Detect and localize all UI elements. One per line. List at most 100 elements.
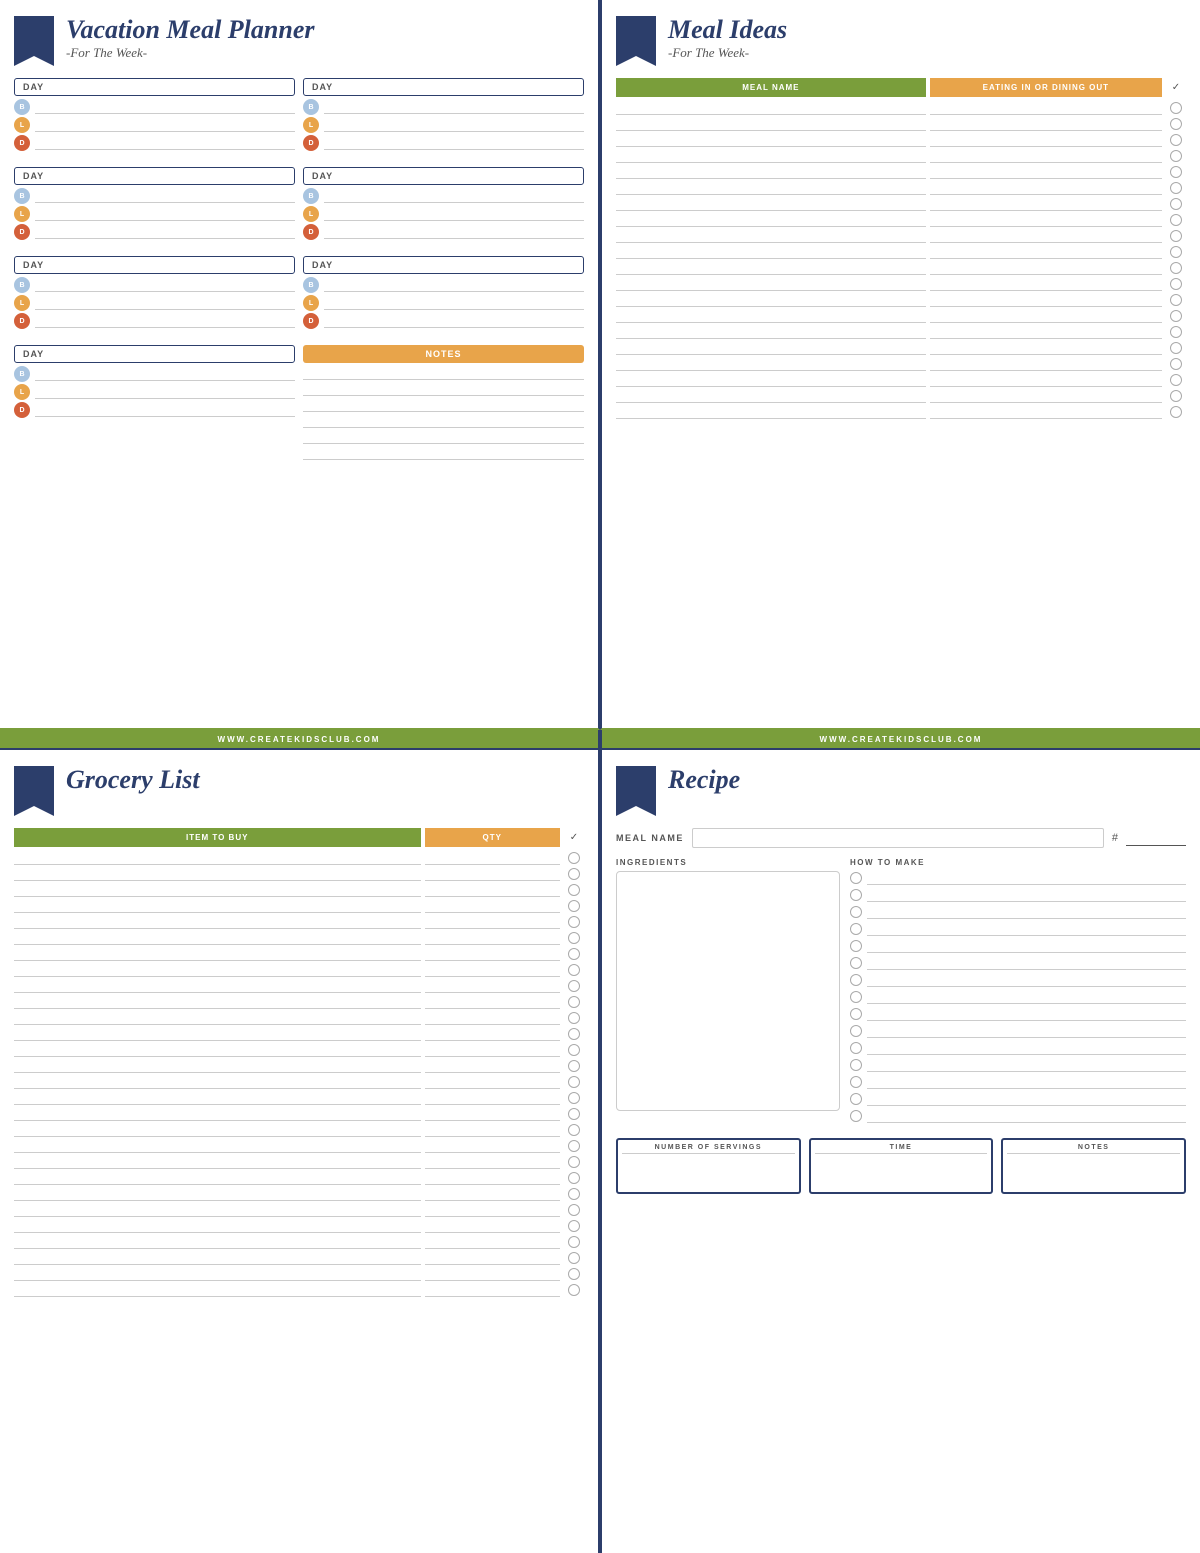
- grocery-circle-2: [568, 884, 580, 896]
- how-line-0: [867, 871, 1186, 885]
- meal-row-d1: D: [14, 135, 295, 151]
- time-space[interactable]: [815, 1158, 988, 1188]
- grocery-row-7: [14, 963, 584, 977]
- how-to-row-8: [850, 1007, 1186, 1021]
- grocery-circle-23: [568, 1220, 580, 1232]
- grocery-item-line-18: [14, 1139, 421, 1153]
- ideas-name-line-3: [616, 149, 926, 163]
- notes-space[interactable]: [1007, 1158, 1180, 1188]
- how-line-6: [867, 973, 1186, 987]
- meal-ideas-bookmark: [616, 16, 656, 66]
- ideas-circle-2: [1170, 134, 1182, 146]
- meal-row-l3: L: [14, 206, 295, 222]
- meal-line-d2: [324, 136, 584, 150]
- meal-ideas-row-17: [616, 373, 1186, 387]
- grocery-circle-11: [568, 1028, 580, 1040]
- meal-row-b2: B: [303, 99, 584, 115]
- grocery-circle-3: [568, 900, 580, 912]
- meal-line-b5: [35, 278, 295, 292]
- grocery-circle-17: [568, 1124, 580, 1136]
- hash-line: [1126, 830, 1186, 846]
- ideas-status-line-10: [930, 261, 1162, 275]
- meal-ideas-title: Meal Ideas: [668, 16, 1186, 45]
- grocery-circle-20: [568, 1172, 580, 1184]
- grocery-circle-26: [568, 1268, 580, 1280]
- ideas-circle-6: [1170, 198, 1182, 210]
- ideas-name-line-10: [616, 261, 926, 275]
- notes-box: NOTES: [1001, 1138, 1186, 1194]
- meal-row-d3: D: [14, 224, 295, 240]
- how-to-row-0: [850, 871, 1186, 885]
- ideas-name-line-7: [616, 213, 926, 227]
- meal-row-d5: D: [14, 313, 295, 329]
- ideas-circle-17: [1170, 374, 1182, 386]
- ingredients-box[interactable]: [616, 871, 840, 1111]
- meal-row-b3: B: [14, 188, 295, 204]
- meal-ideas-row-7: [616, 213, 1186, 227]
- grocery-circle-14: [568, 1076, 580, 1088]
- servings-space[interactable]: [622, 1158, 795, 1188]
- badge-d3: D: [14, 224, 30, 240]
- meal-name-row: MEAL NAME #: [616, 828, 1186, 848]
- ideas-circle-9: [1170, 246, 1182, 258]
- grocery-col2: QTY: [425, 828, 561, 847]
- grocery-circle-22: [568, 1204, 580, 1216]
- meal-line-l2: [324, 118, 584, 132]
- how-line-4: [867, 939, 1186, 953]
- meal-line-b6: [324, 278, 584, 292]
- grocery-row-16: [14, 1107, 584, 1121]
- ideas-status-line-6: [930, 197, 1162, 211]
- grocery-qty-line-3: [425, 899, 561, 913]
- meal-line-l7: [35, 385, 295, 399]
- notes-label: NOTES: [1007, 1144, 1180, 1154]
- grocery-row-20: [14, 1171, 584, 1185]
- grocery-row-1: [14, 867, 584, 881]
- planner-header: Vacation Meal Planner -For The Week-: [14, 16, 584, 66]
- ideas-circle-10: [1170, 262, 1182, 274]
- ideas-name-line-15: [616, 341, 926, 355]
- ideas-status-line-2: [930, 133, 1162, 147]
- ideas-name-line-19: [616, 405, 926, 419]
- meal-row-l5: L: [14, 295, 295, 311]
- grocery-qty-line-8: [425, 979, 561, 993]
- meal-line-l4: [324, 207, 584, 221]
- note-line-4: [303, 414, 584, 428]
- badge-d1: D: [14, 135, 30, 151]
- meal-line-l1: [35, 118, 295, 132]
- grocery-qty-line-13: [425, 1059, 561, 1073]
- grocery-item-line-24: [14, 1235, 421, 1249]
- meal-row-l1: L: [14, 117, 295, 133]
- ideas-status-line-15: [930, 341, 1162, 355]
- badge-b5: B: [14, 277, 30, 293]
- grocery-circle-15: [568, 1092, 580, 1104]
- grocery-item-line-14: [14, 1075, 421, 1089]
- grocery-item-line-15: [14, 1091, 421, 1105]
- day-label-7: DAY: [14, 345, 295, 363]
- ideas-name-line-13: [616, 309, 926, 323]
- ideas-name-line-8: [616, 229, 926, 243]
- meal-ideas-title-group: Meal Ideas -For The Week-: [668, 16, 1186, 61]
- meal-line-b4: [324, 189, 584, 203]
- ideas-circle-0: [1170, 102, 1182, 114]
- grocery-circle-4: [568, 916, 580, 928]
- meal-row-d2: D: [303, 135, 584, 151]
- meal-ideas-row-5: [616, 181, 1186, 195]
- how-to-row-3: [850, 922, 1186, 936]
- grocery-qty-line-4: [425, 915, 561, 929]
- grocery-circle-21: [568, 1188, 580, 1200]
- how-line-7: [867, 990, 1186, 1004]
- col-eating-in-out: EATING IN OR DINING OUT: [930, 78, 1162, 97]
- how-line-5: [867, 956, 1186, 970]
- planner-title: Vacation Meal Planner: [66, 16, 584, 45]
- grocery-circle-6: [568, 948, 580, 960]
- how-line-9: [867, 1024, 1186, 1038]
- how-line-13: [867, 1092, 1186, 1106]
- how-circle-2: [850, 906, 862, 918]
- planner-subtitle: -For The Week-: [66, 45, 584, 61]
- grocery-qty-line-18: [425, 1139, 561, 1153]
- day-label-2: DAY: [303, 78, 584, 96]
- ingredients-col: INGREDIENTS: [616, 858, 840, 1126]
- meal-name-input[interactable]: [692, 828, 1104, 848]
- ideas-circle-14: [1170, 326, 1182, 338]
- day-block-2: DAY B L D: [303, 78, 584, 153]
